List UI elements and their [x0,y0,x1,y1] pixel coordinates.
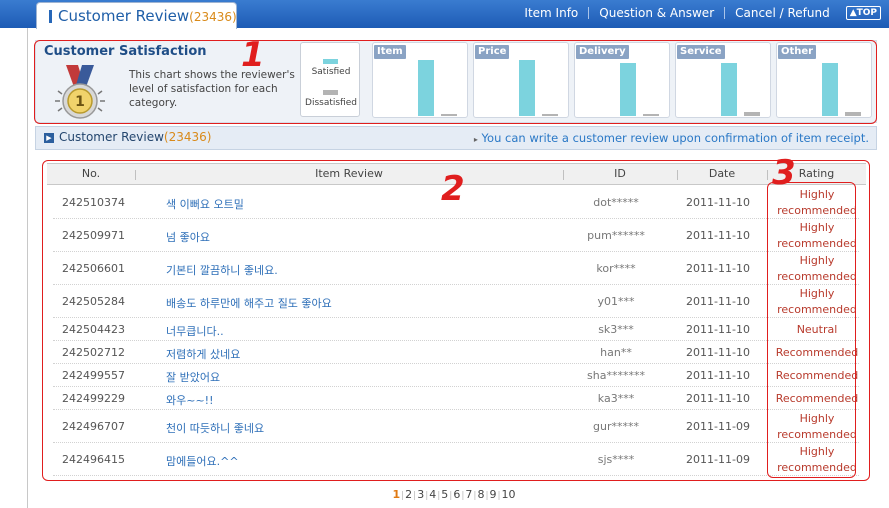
page-link-9[interactable]: 9 [489,488,496,501]
page-link-10[interactable]: 10 [502,488,516,501]
annotation-label-1: 1 [241,35,265,75]
annotation-label-2: 2 [441,169,465,209]
page-link-4[interactable]: 4 [429,488,436,501]
review-section-bar: ▶ Customer Review(23436) ▸ You can write… [35,126,877,150]
page-separator: | [497,491,501,501]
scroll-top-button[interactable]: ▲TOP [845,6,881,20]
page-link-8[interactable]: 8 [477,488,484,501]
scroll-top-label: TOP [856,8,877,18]
annotation-label-3: 3 [772,153,796,193]
section-arrow-icon: ▶ [44,133,54,143]
pagination: 1|2|3|4|5|6|7|8|9|10 [0,488,889,501]
annotation-box-3 [767,182,856,478]
review-note: ▸ You can write a customer review upon c… [474,131,869,145]
annotation-box-1 [34,40,877,124]
page-link-2[interactable]: 2 [405,488,412,501]
page-separator: | [437,491,441,501]
page-link-5[interactable]: 5 [441,488,448,501]
tab-title-label: Customer Review [58,7,190,25]
nav-item-info[interactable]: Item Info [514,6,588,20]
page-separator: | [449,491,453,501]
page-link-1[interactable]: 1 [392,488,400,501]
note-bullet-icon: ▸ [473,135,478,144]
page-separator: | [461,491,465,501]
tab-marker [49,10,52,23]
review-section-label: Customer Review [59,130,164,144]
top-nav-links: Item Info Question & Answer Cancel / Ref… [514,0,881,26]
page-separator: | [425,491,429,501]
top-nav-bar: Customer Review(23436) Item Info Questio… [0,0,889,29]
page-separator: | [413,491,417,501]
tab-customer-review[interactable]: Customer Review(23436) [36,2,237,29]
page-separator: | [473,491,477,501]
nav-question-answer[interactable]: Question & Answer [589,6,724,20]
review-note-text: You can write a customer review upon con… [481,131,869,145]
review-section-count: (23436) [163,130,212,144]
page-frame-border [27,28,28,508]
page-link-7[interactable]: 7 [465,488,472,501]
page-link-6[interactable]: 6 [453,488,460,501]
page-separator: | [485,491,489,501]
tab-review-count: (23436) [189,10,237,24]
page-separator: | [401,491,405,501]
page-link-3[interactable]: 3 [417,488,424,501]
review-section-title: Customer Review(23436) [59,130,211,144]
tab-title: Customer Review(23436) [58,7,237,25]
nav-cancel-refund[interactable]: Cancel / Refund [725,6,840,20]
